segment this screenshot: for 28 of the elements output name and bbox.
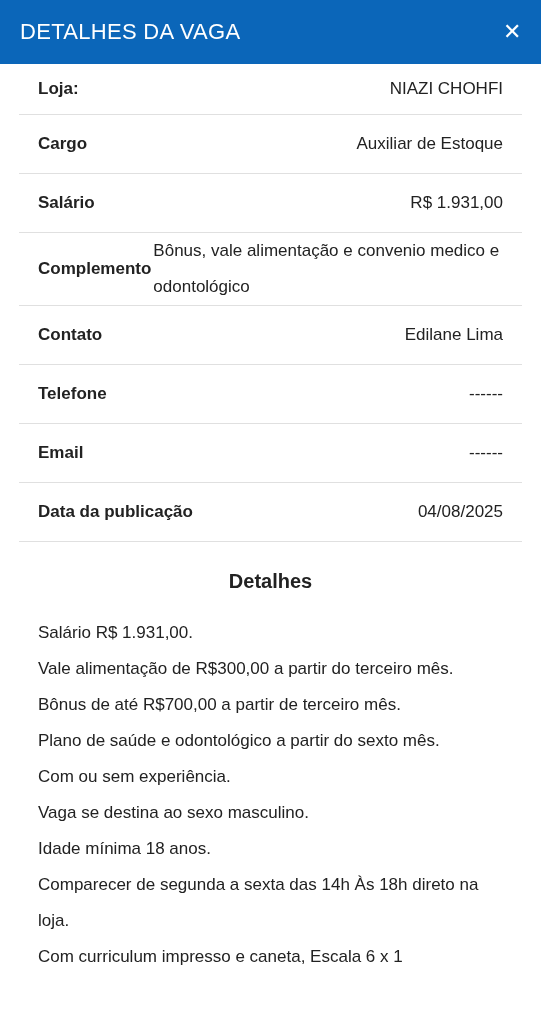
- detail-text: Com ou sem experiência.: [38, 766, 232, 788]
- detail-text: Vaga se destina ao sexo masculino.: [38, 802, 310, 824]
- field-label: Complemento: [38, 259, 152, 279]
- section-heading: Detalhes: [227, 570, 314, 593]
- detail-text: Salário R$ 1.931,00.: [38, 622, 194, 644]
- field-value: R$ 1.931,00: [410, 193, 503, 213]
- field-label: Cargo: [38, 134, 88, 154]
- field-value: NIAZI CHOHFI: [389, 79, 503, 99]
- close-button[interactable]: ✕: [503, 19, 521, 45]
- field-value: 04/08/2025: [417, 502, 503, 522]
- field-value: Auxiliar de Estoque: [356, 134, 503, 154]
- field-label: Telefone: [38, 384, 107, 404]
- detail-text: Com curriculum impresso e caneta, Escala 6 x 1: [38, 946, 404, 968]
- detail-text: Idade mínima 18 anos.: [38, 838, 212, 860]
- page-title: DETALHES DA VAGA: [20, 19, 241, 45]
- field-value: Bônus, vale alimentação e convenio medico e odontológico: [153, 240, 501, 298]
- detail-text: Plano de saúde e odontológico a partir do sexto mês.: [38, 730, 441, 752]
- detail-text: Bônus de até R$700,00 a partir de terceiro mês.: [38, 694, 402, 716]
- detail-text: Comparecer de segunda a sexta das 14h Às 18h direto na loja.: [38, 874, 480, 932]
- detail-text: Vale alimentação de R$300,00 a partir do terceiro mês.: [38, 658, 455, 680]
- field-label: Data da publicação: [38, 502, 193, 522]
- field-label: Email: [38, 443, 84, 463]
- field-label: Salário: [38, 193, 95, 213]
- field-value: ------: [469, 384, 503, 404]
- field-label: Loja:: [38, 79, 79, 99]
- field-value: Edilane Lima: [404, 325, 503, 345]
- field-label: Contato: [38, 325, 103, 345]
- field-value: ------: [469, 443, 503, 463]
